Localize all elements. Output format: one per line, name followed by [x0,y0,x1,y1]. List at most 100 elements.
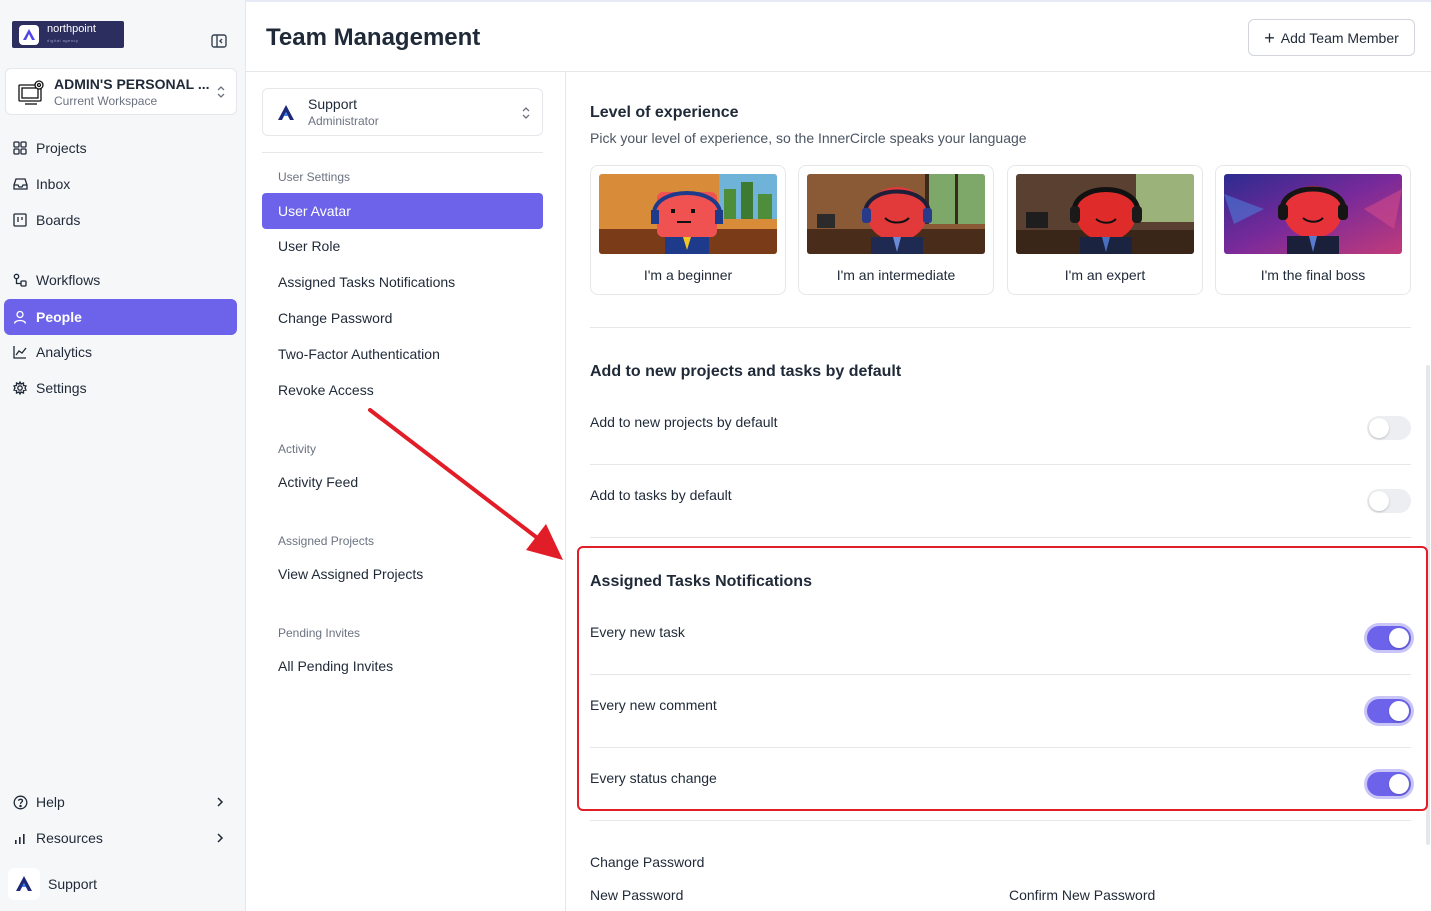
grid-icon [12,140,28,156]
person-icon [12,309,28,325]
sidebar-item-projects[interactable]: Projects [4,130,237,166]
toggle-knob [1389,628,1409,648]
brand-logo[interactable]: northpoint digital agency [12,21,124,48]
settings-content: Level of experience Pick your level of e… [566,72,1431,911]
team-role: Administrator [308,114,379,128]
avatar-expert-image [1016,174,1194,254]
sidebar-item-label: Settings [36,380,87,396]
subnav-item-change-password[interactable]: Change Password [262,300,543,336]
sidebar-item-boards[interactable]: Boards [4,202,237,238]
sidebar-item-label: Projects [36,140,87,156]
divider [590,327,1411,328]
toggle-knob [1369,491,1389,511]
sidebar-item-label: Inbox [36,176,71,192]
chevron-updown-icon [215,84,227,100]
experience-label: I'm an expert [1064,267,1146,283]
subnav-item-user-role[interactable]: User Role [262,228,543,264]
subnav-item-view-assigned-projects[interactable]: View Assigned Projects [262,556,543,592]
experience-card-intermediate[interactable]: I'm an intermediate [798,165,994,295]
sidebar-item-workflows[interactable]: Workflows [4,262,237,298]
subnav-item-assigned-tasks-notifications[interactable]: Assigned Tasks Notifications [262,264,543,300]
subnav-item-all-pending-invites[interactable]: All Pending Invites [262,648,543,684]
experience-label: I'm a beginner [643,267,733,283]
team-logo-icon [277,104,295,122]
help-icon [12,794,28,810]
team-name: Support [308,96,358,112]
setting-label: Add to new projects by default [590,414,778,430]
sidebar-item-label: Resources [36,830,103,846]
toggle-knob [1389,774,1409,794]
experience-card-final-boss[interactable]: I'm the final boss [1215,165,1411,295]
toggle-add-to-tasks[interactable] [1367,489,1411,513]
avatar [8,868,40,900]
toggle-every-new-task[interactable] [1367,626,1411,650]
avatar-final-boss-image [1224,174,1402,254]
chevron-updown-icon [520,105,532,121]
confirm-password-label: Confirm New Password [1009,887,1156,903]
group-label-user-settings: User Settings [278,170,351,184]
divider [590,674,1411,675]
divider [590,747,1411,748]
group-label-assigned-projects: Assigned Projects [278,534,375,548]
divider [590,537,1411,538]
experience-label: I'm the final boss [1260,267,1366,283]
sidebar-item-settings[interactable]: Settings [4,370,237,406]
user-profile[interactable]: Support [8,868,97,900]
notifications-title: Assigned Tasks Notifications [590,573,812,590]
sidebar-item-analytics[interactable]: Analytics [4,334,237,370]
toggle-every-new-comment[interactable] [1367,699,1411,723]
sidebar-item-label: Analytics [36,344,93,360]
subnav-item-revoke-access[interactable]: Revoke Access [262,372,543,408]
chart-icon [12,344,28,360]
page-header: Team Management + Add Team Member [246,0,1431,72]
sidebar-item-label: Boards [36,212,81,228]
add-team-member-label: Add Team Member [1280,29,1399,46]
experience-label: I'm an intermediate [836,267,956,283]
divider [262,152,543,153]
avatar-intermediate-image [807,174,985,254]
toggle-add-to-new-projects[interactable] [1367,416,1411,440]
sidebar-item-inbox[interactable]: Inbox [4,166,237,202]
scrollbar[interactable] [1426,365,1430,845]
workspace-switcher[interactable]: ADMIN'S PERSONAL ... Current Workspace [5,68,237,115]
group-label-activity: Activity [278,442,317,456]
sidebar-item-resources[interactable]: Resources [4,820,237,856]
experience-title: Level of experience [590,104,739,121]
chevron-right-icon [215,795,225,809]
workspace-subtitle: Current Workspace [54,94,158,108]
setting-label: Every new task [590,624,685,640]
bars-icon [12,830,28,846]
sidebar: northpoint digital agency ADMIN'S PERSON… [0,0,246,911]
new-password-label: New Password [590,887,684,903]
sidebar-item-people[interactable]: People [4,299,237,335]
subnav-item-user-avatar[interactable]: User Avatar [262,193,543,229]
setting-label: Every status change [590,770,717,786]
experience-card-expert[interactable]: I'm an expert [1007,165,1203,295]
collapse-sidebar-icon[interactable] [210,32,228,50]
toggle-knob [1389,701,1409,721]
toggle-every-status-change[interactable] [1367,772,1411,796]
board-icon [12,212,28,228]
plus-icon: + [1264,27,1275,48]
sidebar-item-help[interactable]: Help [4,784,237,820]
inbox-icon [12,176,28,192]
setting-label: Add to tasks by default [590,487,732,503]
team-selector[interactable]: Support Administrator [262,88,543,136]
toggle-knob [1369,418,1389,438]
page-title: Team Management [266,24,481,51]
user-name: Support [48,876,98,892]
workspace-icon [15,77,47,109]
subnav-item-two-factor[interactable]: Two-Factor Authentication [262,336,543,372]
experience-description: Pick your level of experience, so the In… [590,130,1027,146]
workspace-name: ADMIN'S PERSONAL ... [54,76,210,92]
sidebar-item-label: Workflows [36,272,101,288]
experience-card-beginner[interactable]: I'm a beginner [590,165,786,295]
sidebar-item-label: People [36,309,82,325]
subnav-item-activity-feed[interactable]: Activity Feed [262,464,543,500]
add-team-member-button[interactable]: + Add Team Member [1248,19,1415,56]
chevron-right-icon [215,831,225,845]
logo-mark-icon [19,24,39,45]
divider [590,820,1411,821]
password-section-title: Change Password [590,854,705,870]
sidebar-item-label: Help [36,794,65,810]
